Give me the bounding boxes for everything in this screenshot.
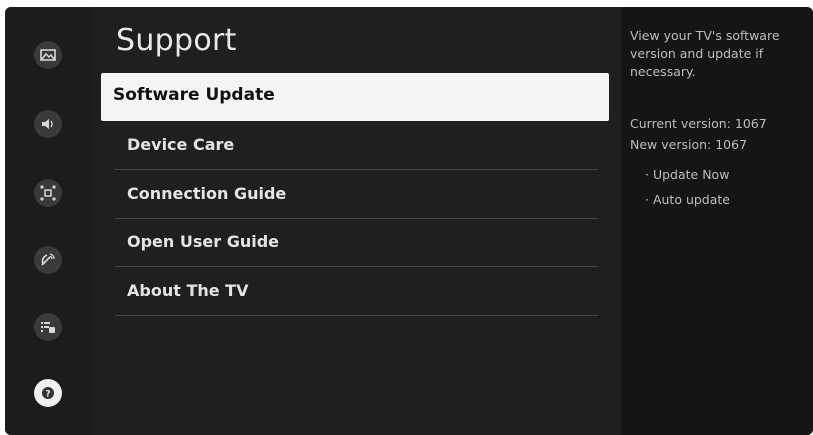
- menu-item-connection-guide[interactable]: Connection Guide: [115, 170, 598, 219]
- menu-item-open-user-guide[interactable]: Open User Guide: [115, 218, 598, 267]
- menu-item-about-the-tv[interactable]: About The TV: [115, 267, 598, 316]
- auto-update-option: · Auto update: [645, 192, 730, 207]
- menu-item-device-care[interactable]: Device Care: [115, 121, 598, 170]
- menu-item-label: Open User Guide: [127, 232, 280, 251]
- menu-item-label: Software Update: [113, 85, 275, 105]
- info-description: View your TV's software version and upda…: [630, 28, 780, 79]
- current-version-text: Current version: 1067: [630, 116, 767, 131]
- menu-item-label: Connection Guide: [127, 184, 287, 203]
- settings-sidebar: ?: [5, 7, 91, 435]
- tv-settings-screen: ? Support Software Update Device Care Co…: [5, 7, 813, 435]
- general-icon[interactable]: [34, 313, 62, 341]
- support-icon[interactable]: ?: [34, 379, 62, 407]
- support-menu: Support Software Update Device Care Conn…: [91, 7, 621, 435]
- sound-icon[interactable]: [34, 110, 62, 138]
- menu-item-label: About The TV: [127, 281, 249, 300]
- picture-icon[interactable]: [34, 41, 62, 69]
- info-panel: View your TV's software version and upda…: [621, 7, 813, 435]
- connection-icon[interactable]: [34, 179, 62, 207]
- update-now-option: · Update Now: [645, 167, 730, 182]
- broadcast-icon[interactable]: [34, 246, 62, 274]
- page-title: Support: [116, 23, 237, 58]
- svg-text:?: ?: [45, 390, 50, 400]
- menu-item-software-update[interactable]: Software Update: [101, 73, 609, 121]
- new-version-text: New version: 1067: [630, 137, 748, 152]
- menu-item-label: Device Care: [127, 135, 235, 154]
